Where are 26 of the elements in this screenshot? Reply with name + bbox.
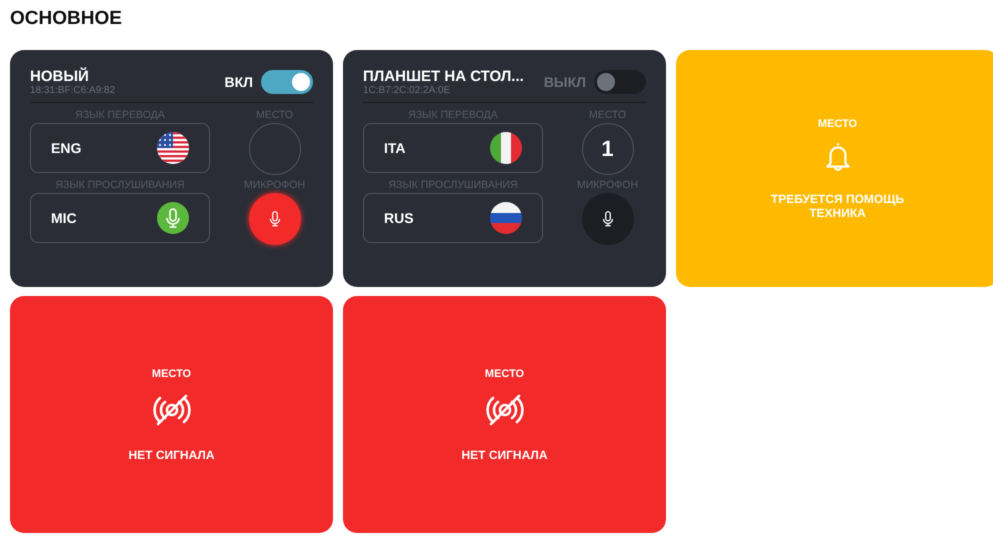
device-name: ПЛАНШЕТ НА СТОЛ...	[363, 68, 525, 85]
toggle-label: ВЫКЛ	[544, 74, 586, 90]
seat-label: МЕСТО	[484, 368, 524, 380]
language-select[interactable]: MIC	[30, 193, 210, 243]
seat-label: МЕСТО	[818, 118, 858, 130]
language-select[interactable]: RUS	[363, 193, 543, 243]
language-select[interactable]: ITA	[363, 123, 543, 173]
toggle-label: ВКЛ	[224, 74, 253, 90]
language-select[interactable]: ENG	[30, 123, 210, 173]
section-title: ОСНОВНОЕ	[10, 7, 123, 31]
microphone-button[interactable]	[582, 193, 634, 245]
flag-icon	[490, 202, 522, 234]
seat-label: МЕСТО	[152, 368, 192, 380]
flag-icon	[157, 132, 189, 164]
toggle-switch[interactable]	[594, 70, 646, 94]
status-message: ТРЕБУЕТСЯ ПОМОЩЬ ТЕХНИКА	[770, 192, 906, 220]
status-message: НЕТ СИГНАЛА	[128, 448, 216, 462]
seat-button[interactable]: 1	[582, 123, 634, 175]
microphone-button[interactable]	[248, 193, 300, 245]
status-message: НЕТ СИГНАЛА	[460, 448, 548, 462]
toggle-switch[interactable]	[261, 70, 313, 94]
microphone-icon	[157, 202, 189, 234]
flag-icon	[490, 132, 522, 164]
device-address: 18:31:BF:C6:A9:82	[30, 85, 116, 96]
device-address: 1C:B7:2C:02:2A:0E	[363, 85, 452, 96]
device-name: НОВЫЙ	[30, 68, 90, 85]
